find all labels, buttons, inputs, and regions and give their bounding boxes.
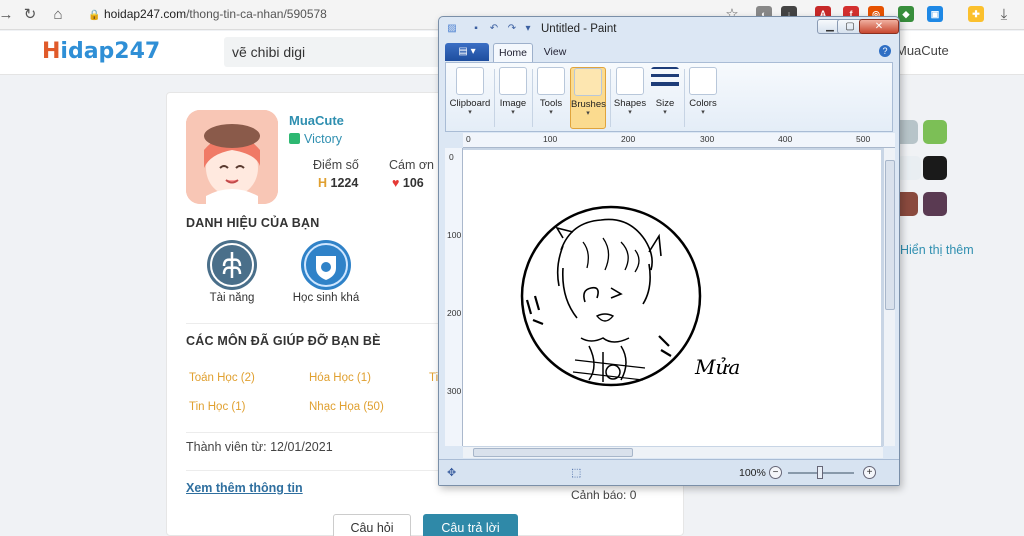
rank-label: Victory (289, 132, 342, 146)
subject-item[interactable]: Tin Học (1) (189, 401, 245, 413)
horizontal-ruler: 0 100 200 300 400 500 (463, 133, 895, 148)
puzzle-icon[interactable]: ✚ (968, 6, 984, 22)
zoom-level: 100% (739, 467, 766, 479)
close-button[interactable]: ✕ (859, 19, 899, 34)
tools-group[interactable]: Tools ▾ (534, 67, 568, 129)
paint-app-icon[interactable]: ▨ (446, 23, 458, 35)
zoom-slider-thumb[interactable] (817, 466, 823, 479)
scroll-thumb[interactable] (473, 448, 633, 457)
colors-icon (689, 67, 717, 95)
image-group[interactable]: Image ▾ (496, 67, 530, 129)
selection-size-icon: ⬚ (571, 467, 582, 479)
extension-icon[interactable]: ▣ (927, 6, 943, 22)
drawing-canvas[interactable]: Mửa (463, 150, 881, 446)
site-logo[interactable]: Hidap247 (42, 39, 160, 64)
brushes-group[interactable]: Brushes ▾ (570, 67, 606, 129)
canvas-area: Mửa (463, 148, 883, 446)
subject-item[interactable]: Toán Học (2) (189, 372, 255, 384)
signature-text: Mửa (694, 355, 740, 379)
horizontal-scrollbar[interactable] (463, 446, 883, 458)
paint-tabs: ▤ ▾ Home View ? (445, 43, 893, 63)
paint-window: ▨ ▪ ↶ ↷ ▾ Untitled - Paint ▁ ▢ ✕ ▤ ▾ Hom… (438, 16, 900, 486)
forward-icon[interactable]: → (0, 5, 16, 25)
download-icon[interactable]: ⤓ (994, 5, 1014, 25)
show-more-link[interactable]: Hiển thị thêm (900, 243, 974, 257)
shapes-icon (616, 67, 644, 95)
size-icon (651, 67, 679, 95)
file-menu-button[interactable]: ▤ ▾ (445, 43, 489, 61)
subjects-heading: CÁC MÔN ĐÃ GIÚP ĐỠ BẠN BÈ (186, 334, 381, 348)
extension-icon[interactable]: ◆ (898, 6, 914, 22)
username[interactable]: MuaCute (289, 113, 344, 128)
paint-titlebar[interactable]: ▨ ▪ ↶ ↷ ▾ Untitled - Paint ▁ ▢ ✕ (439, 17, 899, 41)
subject-item[interactable]: Nhạc Họa (50) (309, 401, 384, 413)
points-value: H 1224 (318, 176, 359, 190)
undo-icon[interactable]: ↶ (488, 23, 500, 35)
friend-avatar[interactable] (923, 120, 947, 144)
rank-icon (289, 133, 300, 144)
ribbon: Clipboard ▾ Image ▾ Tools ▾ Brushes ▾ Shapes… (445, 62, 893, 132)
talent-badge-icon (207, 240, 257, 290)
answers-tab-button[interactable]: Câu trả lời (423, 514, 518, 536)
tab-home[interactable]: Home (493, 43, 533, 63)
size-group[interactable]: Size ▾ (648, 67, 682, 129)
customize-icon[interactable]: ▾ (522, 23, 534, 35)
select-icon (499, 67, 527, 95)
friend-avatar[interactable] (923, 192, 947, 216)
zoom-out-button[interactable]: − (769, 466, 782, 479)
avatar (186, 110, 278, 204)
url-path: /thong-tin-ca-nhan/590578 (186, 7, 327, 21)
tools-icon (537, 67, 565, 95)
clipboard-icon (456, 67, 484, 95)
help-icon[interactable]: ? (879, 45, 891, 57)
good-student-badge-icon (301, 240, 351, 290)
more-info-link[interactable]: Xem thêm thông tin (186, 481, 303, 495)
header-username[interactable]: MuaCute (896, 43, 949, 58)
friend-avatar[interactable] (923, 156, 947, 180)
subject-item[interactable]: Ti (429, 372, 438, 384)
questions-tab-button[interactable]: Câu hỏi (333, 514, 411, 536)
cursor-position-icon: ✥ (447, 467, 457, 479)
titles-heading: DANH HIỆU CỦA BẠN (186, 216, 320, 230)
friend-avatar[interactable] (897, 156, 921, 180)
clipboard-group[interactable]: Clipboard ▾ (448, 67, 492, 129)
vertical-ruler: 0 100 200 300 (445, 148, 463, 446)
url-host: hoidap247.com (104, 7, 187, 21)
zoom-in-button[interactable]: + (863, 466, 876, 479)
lock-icon: 🔒 (88, 10, 101, 21)
subject-item[interactable]: Hóa Học (1) (309, 372, 371, 384)
redo-icon[interactable]: ↷ (506, 23, 518, 35)
paint-statusbar: ✥ ⬚ 100% − + (439, 459, 899, 485)
paint-title: Untitled - Paint (541, 23, 617, 35)
scroll-thumb[interactable] (885, 160, 895, 310)
tab-view[interactable]: View (537, 43, 573, 63)
shapes-group[interactable]: Shapes ▾ (612, 67, 648, 129)
reload-icon[interactable]: ↻ (20, 5, 40, 25)
search-input[interactable]: vẽ chibi digi (224, 37, 454, 67)
badge-label: Học sinh khá (292, 292, 360, 304)
points-icon: H (318, 176, 328, 190)
save-icon[interactable]: ▪ (470, 23, 482, 35)
heart-icon: ♥ (392, 176, 400, 190)
badge-label: Tài năng (209, 292, 255, 304)
vertical-scrollbar[interactable] (883, 148, 895, 446)
brush-icon (574, 68, 602, 96)
thanks-value: ♥ 106 (392, 176, 424, 190)
points-label: Điểm số (313, 158, 359, 172)
warning-count: Cảnh báo: 0 (571, 488, 637, 502)
home-icon[interactable]: ⌂ (48, 5, 68, 25)
colors-group[interactable]: Colors ▾ (686, 67, 720, 129)
thanks-label: Cám ơn (389, 158, 435, 172)
member-since: Thành viên từ: 12/01/2021 (186, 440, 333, 454)
